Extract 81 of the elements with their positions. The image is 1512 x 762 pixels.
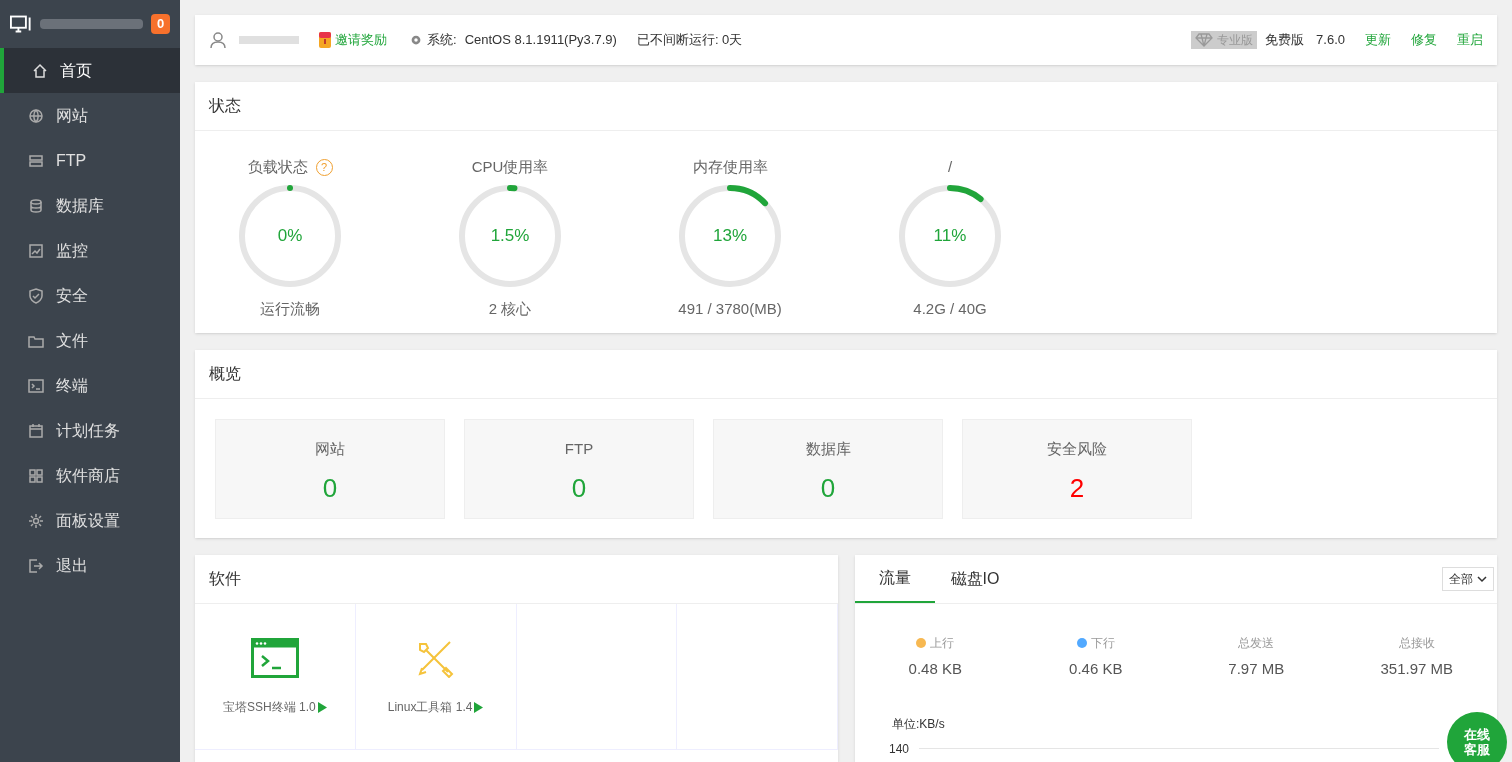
overview-count: 0: [820, 471, 836, 505]
grid-icon: [28, 467, 44, 484]
nav-item[interactable]: 面板设置: [0, 498, 180, 543]
nav-item[interactable]: FTP: [0, 138, 180, 183]
overview-count: 0: [571, 471, 587, 505]
overview-label: 网站: [315, 439, 345, 459]
logout-icon: [28, 557, 44, 574]
globe-icon: [28, 107, 44, 124]
overview-label: 数据库: [805, 439, 851, 459]
system-label: 系统:: [427, 31, 457, 50]
gauge-label: /: [947, 156, 953, 177]
software-item[interactable]: 宝塔SSH终端 1.0: [223, 698, 327, 716]
home-icon: [32, 62, 48, 79]
gear-icon: [28, 512, 44, 529]
stat-value: 0.46 KB: [1069, 659, 1123, 679]
tab[interactable]: 流量: [855, 554, 935, 603]
gauge-value: 11%: [932, 225, 968, 248]
unit-label: 单位:KB/s: [892, 716, 945, 731]
edition-label: 免费版: [1265, 31, 1305, 50]
tab[interactable]: 磁盘IO: [935, 554, 1015, 603]
wrench-screwdriver-icon: [415, 638, 456, 678]
gauge-caption: 491 / 3780(MB): [678, 299, 782, 319]
nav-item[interactable]: 网站: [0, 93, 180, 138]
panel-title: 软件: [209, 569, 241, 589]
nav-item[interactable]: 终端: [0, 363, 180, 408]
gift-icon: [319, 32, 331, 48]
nav-item[interactable]: 监控: [0, 228, 180, 273]
gauge-caption: 2 核心: [488, 299, 532, 319]
nav-item[interactable]: 首页: [0, 48, 180, 93]
database-icon: [28, 197, 44, 214]
overview-card[interactable]: 数据库 0: [713, 419, 943, 519]
stat-value: 0.48 KB: [908, 659, 962, 679]
stat-value: 7.97 MB: [1228, 659, 1285, 679]
overview-card[interactable]: 网站 0: [215, 419, 445, 519]
gauge-value: 13%: [712, 225, 748, 248]
chart-icon: [28, 242, 44, 259]
overview-card[interactable]: FTP 0: [464, 419, 694, 519]
overview-count: 0: [322, 471, 338, 505]
chevron-down-icon: [1477, 575, 1487, 583]
nav-item[interactable]: 计划任务: [0, 408, 180, 453]
nav-item[interactable]: 退出: [0, 543, 180, 588]
software-item[interactable]: Linux工具箱 1.4: [387, 698, 484, 716]
system-version: CentOS 8.1.1911(Py3.7.9): [464, 31, 617, 50]
gauge-caption: 运行流畅: [260, 299, 320, 319]
play-icon: [317, 701, 327, 713]
terminal-icon: [28, 377, 44, 394]
gauge-value: 1.5%: [489, 225, 531, 248]
diamond-icon: [1195, 33, 1214, 47]
overview-label: FTP: [564, 439, 594, 459]
server-icon: [28, 152, 44, 169]
gauge-label: 负载状态: [247, 156, 308, 177]
overview-count: 2: [1069, 471, 1085, 505]
nav-item[interactable]: 数据库: [0, 183, 180, 228]
nav-item[interactable]: 软件商店: [0, 453, 180, 498]
computer-icon: [10, 15, 33, 33]
axis-tick: 140: [889, 740, 910, 758]
stat-value: 351.97 MB: [1380, 659, 1453, 679]
overview-card[interactable]: 安全风险 2: [962, 419, 1192, 519]
stat-label: 总接收: [1398, 635, 1435, 652]
panel-title: 状态: [209, 96, 241, 116]
gear-icon: [409, 33, 423, 47]
shield-icon: [28, 287, 44, 304]
calendar-icon: [28, 422, 44, 439]
range-select[interactable]: 全部: [1442, 567, 1494, 591]
blurred-username: [239, 36, 299, 44]
overview-label: 安全风险: [1047, 439, 1107, 459]
gauge-caption: 4.2G / 40G: [913, 299, 987, 319]
uptime-text: 已不间断运行: 0天: [636, 31, 743, 50]
panel-title: 概览: [209, 364, 241, 384]
gauge-value: 0%: [276, 225, 304, 248]
stat-label: 上行: [930, 635, 955, 652]
play-icon: [474, 701, 484, 713]
gauge-label: 内存使用率: [692, 156, 768, 177]
user-icon: [209, 31, 227, 49]
panel-version: 7.6.0: [1316, 31, 1345, 50]
nav-item[interactable]: 文件: [0, 318, 180, 363]
terminal-window-icon: [250, 638, 299, 678]
stat-label: 下行: [1090, 635, 1115, 652]
gauge-label: CPU使用率: [471, 156, 549, 177]
nav-item[interactable]: 安全: [0, 273, 180, 318]
stat-label: 总发送: [1238, 635, 1275, 652]
